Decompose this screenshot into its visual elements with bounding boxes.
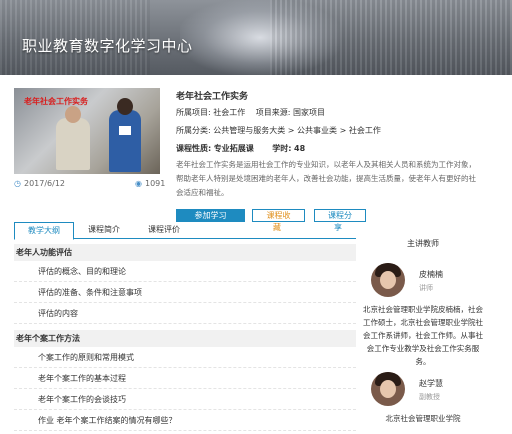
teacher-bio: 北京社会管理职业学院 — [385, 414, 461, 423]
join-study-button[interactable]: 参加学习 — [176, 209, 245, 222]
tab-syllabus[interactable]: 教学大纲 — [14, 222, 74, 240]
cover-person — [56, 106, 90, 170]
course-description: 老年社会工作实务是运用社会工作的专业知识，以老年人及其相关人员和系统为工作对象，… — [176, 160, 476, 197]
teacher-role: 副教授 — [419, 393, 440, 401]
source-label: 项目来源: — [255, 108, 291, 117]
course-nature-line: 课程性质: 专业拓展课 学时: 48 — [176, 143, 305, 154]
lesson-item[interactable]: 评估的内容 — [14, 303, 356, 324]
course-project-line: 所属项目: 社会工作 项目来源: 国家项目 — [176, 107, 325, 118]
header-banner: 职业教育数字化学习中心 — [0, 0, 512, 75]
share-course-button[interactable]: 课程分 — [314, 209, 366, 222]
tab-introduction[interactable]: 课程简介 — [74, 222, 134, 239]
teacher-name: 皮楠楠 — [419, 270, 443, 279]
teacher-card[interactable]: 赵学慧 副教授 — [363, 372, 483, 410]
cover-caption: 老年社会工作实务 — [24, 97, 88, 106]
chapter-heading: 老年个案工作方法 — [14, 330, 356, 347]
course-category-line: 所属分类: 公共管理与服务大类 > 公共事业类 > 社会工作 — [176, 125, 381, 136]
lesson-item[interactable]: 评估的概念、目的和理论 — [14, 261, 356, 282]
hours-label: 学时: — [272, 144, 292, 153]
teachers-panel: 主讲教师 皮楠楠 讲师 北京社会管理职业学院皮楠楠，社会工作硕士，北京社会管理职… — [363, 228, 483, 424]
nature-label: 课程性质: — [176, 144, 212, 153]
views-value: 1091 — [144, 179, 166, 188]
course-title: 老年社会工作实务 — [176, 92, 249, 102]
publish-date: ◷ 2017/6/12 — [14, 179, 65, 188]
lesson-item[interactable]: 个案工作的原则和常用模式 — [14, 347, 356, 368]
lesson-item[interactable]: 作业 老年个案工作结案的情况有哪些？ — [14, 410, 356, 431]
course-cover-image: 老年社会工作实务 — [14, 88, 160, 174]
banner-decoration — [270, 0, 512, 75]
lesson-item[interactable]: 老年个案工作的基本过程 — [14, 368, 356, 389]
lesson-item[interactable]: 老年个案工作的会谈技巧 — [14, 389, 356, 410]
view-count: ◉ 1091 — [135, 179, 165, 188]
hours-value: 48 — [294, 144, 306, 153]
eye-icon: ◉ — [135, 179, 142, 188]
project-label: 所属项目: — [176, 108, 211, 117]
project-value: 社会工作 — [213, 108, 246, 117]
chapter-heading: 老年人功能评估 — [14, 244, 356, 261]
category-value[interactable]: 公共管理与服务大类 > 公共事业类 > 社会工作 — [213, 126, 381, 135]
teachers-title: 主讲教师 — [407, 239, 439, 248]
teacher-role: 讲师 — [419, 284, 433, 292]
nature-value: 专业拓展课 — [213, 144, 254, 153]
avatar — [371, 372, 405, 406]
course-tabs: 教学大纲 课程简介 课程评价 — [14, 222, 356, 240]
cover-badge — [119, 126, 131, 135]
syllabus-list: 老年人功能评估 评估的概念、目的和理论 评估的准备、条件和注意事项 评估的内容 … — [14, 244, 356, 431]
site-title: 职业教育数字化学习中心 — [22, 37, 193, 55]
avatar — [371, 263, 405, 297]
collect-course-button[interactable]: 课程收 — [252, 209, 305, 222]
clock-icon: ◷ — [14, 179, 21, 188]
source-value: 国家项目 — [293, 108, 326, 117]
teacher-name: 赵学慧 — [419, 379, 443, 388]
tab-evaluation[interactable]: 课程评价 — [134, 222, 194, 239]
cover-person — [109, 98, 141, 172]
category-label: 所属分类: — [176, 126, 211, 135]
teacher-bio: 北京社会管理职业学院皮楠楠，社会工作硕士，北京社会管理职业学院社会工作系讲师，社… — [363, 305, 483, 366]
teacher-card[interactable]: 皮楠楠 讲师 — [363, 263, 483, 301]
lesson-item[interactable]: 评估的准备、条件和注意事项 — [14, 282, 356, 303]
date-value: 2017/6/12 — [23, 179, 66, 188]
